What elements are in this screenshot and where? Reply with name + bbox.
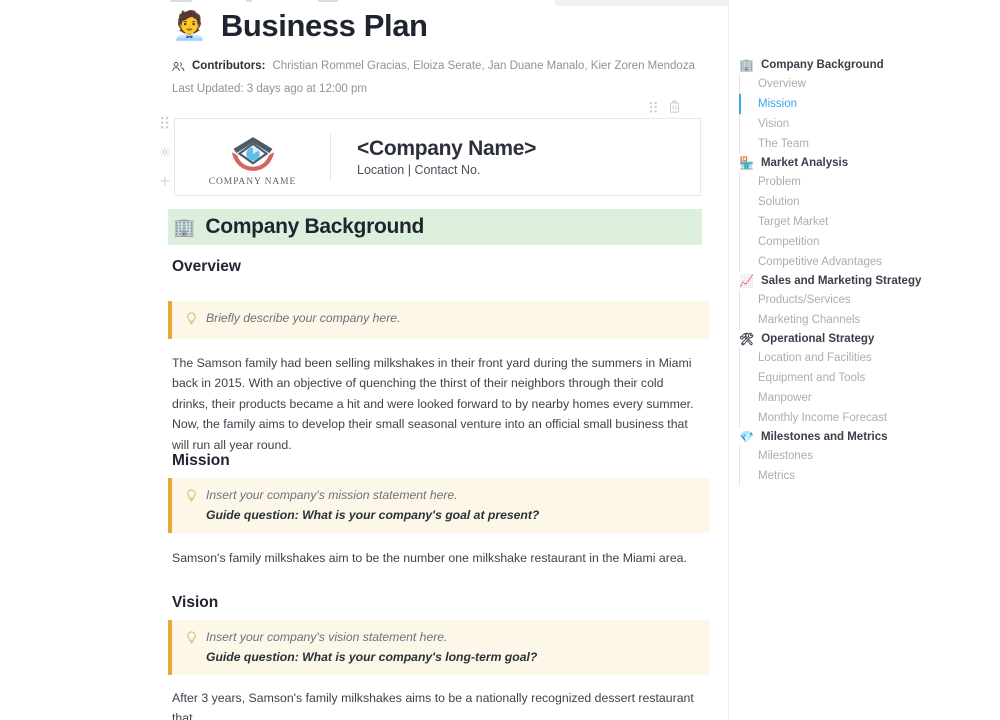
- contributors-label: Contributors:: [192, 60, 266, 72]
- page-title[interactable]: Business Plan: [221, 8, 428, 44]
- lightbulb-icon: [186, 631, 197, 666]
- person-in-suit-emoji: 🧑‍💼: [172, 10, 207, 41]
- logo-caption: COMPANY NAME: [208, 176, 297, 187]
- callout-text: Insert your company's vision statement h…: [206, 630, 448, 644]
- outline-group-label: Company Background: [760, 59, 884, 71]
- outline-group-label: Milestones and Metrics: [760, 431, 888, 443]
- callout-guide-question: Guide question: What is your company's l…: [206, 650, 538, 664]
- outline-item-solution[interactable]: Solution: [739, 192, 1000, 212]
- section-banner-title: Company Background: [205, 215, 425, 238]
- outline-item-vision[interactable]: Vision: [739, 114, 1000, 134]
- house-logo-icon: [231, 136, 274, 171]
- outline-item-problem[interactable]: Problem: [739, 172, 1000, 192]
- last-updated: Last Updated: 3 days ago at 12:00 pm: [172, 83, 367, 95]
- outline-group-label: Sales and Marketing Strategy: [760, 275, 922, 287]
- drag-handle-icon[interactable]: [650, 100, 658, 118]
- outline-item-overview[interactable]: Overview: [739, 74, 1000, 94]
- outline-item-milestones[interactable]: Milestones: [739, 446, 1000, 466]
- company-subtitle[interactable]: Location | Contact No.: [357, 163, 536, 177]
- callout-body: Insert your company's vision statement h…: [206, 629, 537, 666]
- paragraph-overview[interactable]: The Samson family had been selling milks…: [172, 353, 700, 455]
- convenience-store-emoji: 🏪: [739, 156, 754, 170]
- drag-handle-icon[interactable]: [161, 116, 169, 134]
- company-header-block[interactable]: COMPANY NAME <Company Name> Location | C…: [174, 118, 701, 196]
- outline-item-location-and-facilities[interactable]: Location and Facilities: [739, 348, 1000, 368]
- callout-text: Insert your company's mission statement …: [206, 488, 458, 502]
- outline-item-the-team[interactable]: The Team: [739, 134, 1000, 154]
- outline-item-metrics[interactable]: Metrics: [739, 466, 1000, 486]
- people-icon: [172, 61, 185, 72]
- callout-body: Insert your company's mission statement …: [206, 487, 539, 524]
- gear-icon[interactable]: [159, 145, 171, 163]
- outline-item-marketing-channels[interactable]: Marketing Channels: [739, 310, 1000, 330]
- block-controls: [650, 100, 680, 118]
- outline-item-equipment-and-tools[interactable]: Equipment and Tools: [739, 368, 1000, 388]
- callout-overview[interactable]: Briefly describe your company here.: [168, 301, 710, 339]
- plus-icon[interactable]: [159, 174, 171, 192]
- callout-mission[interactable]: Insert your company's mission statement …: [168, 478, 710, 533]
- heading-overview[interactable]: Overview: [172, 258, 241, 276]
- contributors-names[interactable]: Christian Rommel Gracias, Eloiza Serate,…: [272, 60, 695, 72]
- document-canvas: 🧑‍💼 Business Plan Contributors: Christia…: [0, 0, 728, 720]
- callout-vision[interactable]: Insert your company's vision statement h…: [168, 620, 710, 675]
- callout-guide-question: Guide question: What is your company's g…: [206, 508, 540, 522]
- heading-vision[interactable]: Vision: [172, 594, 218, 612]
- lightbulb-icon: [186, 312, 197, 330]
- hammer-and-wrench-emoji: 🛠: [739, 332, 755, 346]
- outline-group-sales-and-marketing-strategy[interactable]: 📈 Sales and Marketing Strategy: [729, 272, 1000, 290]
- outline-item-mission[interactable]: Mission: [739, 94, 1000, 114]
- lightbulb-icon: [186, 489, 197, 524]
- page-title-row: 🧑‍💼 Business Plan: [172, 8, 428, 44]
- outline-item-manpower[interactable]: Manpower: [739, 388, 1000, 408]
- outline-group-operational-strategy[interactable]: 🛠 Operational Strategy: [729, 330, 1000, 348]
- callout-body: Briefly describe your company here.: [206, 310, 400, 330]
- paragraph-vision[interactable]: After 3 years, Samson's family milkshake…: [172, 688, 700, 720]
- outline-group-market-analysis[interactable]: 🏪 Market Analysis: [729, 154, 1000, 172]
- outline-item-competition[interactable]: Competition: [739, 232, 1000, 252]
- outline-item-products-services[interactable]: Products/Services: [739, 290, 1000, 310]
- section-banner-company-background[interactable]: 🏢 Company Background: [168, 209, 702, 245]
- paragraph-mission[interactable]: Samson's family milkshakes aim to be the…: [172, 548, 700, 568]
- company-logo: COMPANY NAME: [175, 128, 330, 187]
- chart-increasing-emoji: 📈: [739, 274, 754, 288]
- trash-icon[interactable]: [669, 100, 680, 118]
- company-identity: <Company Name> Location | Contact No.: [331, 137, 536, 177]
- outline-item-competitive-advantages[interactable]: Competitive Advantages: [739, 252, 1000, 272]
- heading-mission[interactable]: Mission: [172, 452, 230, 470]
- block-gutter-controls: [156, 116, 174, 192]
- outline-group-company-background[interactable]: 🏢 Company Background: [729, 56, 1000, 74]
- company-name[interactable]: <Company Name>: [357, 137, 536, 161]
- office-building-emoji: 🏢: [739, 58, 754, 72]
- outline-group-milestones-and-metrics[interactable]: 💎 Milestones and Metrics: [729, 428, 1000, 446]
- outline-sidebar: 🏢 Company Background Overview Mission Vision…: [728, 0, 1000, 720]
- gem-stone-emoji: 💎: [739, 430, 754, 444]
- office-building-emoji: 🏢: [173, 217, 196, 237]
- outline-item-monthly-income-forecast[interactable]: Monthly Income Forecast: [739, 408, 1000, 428]
- contributors-row: Contributors: Christian Rommel Gracias, …: [172, 60, 695, 72]
- outline-group-label: Market Analysis: [760, 157, 849, 169]
- outline-item-target-market[interactable]: Target Market: [739, 212, 1000, 232]
- app-root: 🧑‍💼 Business Plan Contributors: Christia…: [0, 0, 1000, 720]
- callout-text: Briefly describe your company here.: [206, 311, 401, 325]
- outline-group-label: Operational Strategy: [761, 333, 875, 345]
